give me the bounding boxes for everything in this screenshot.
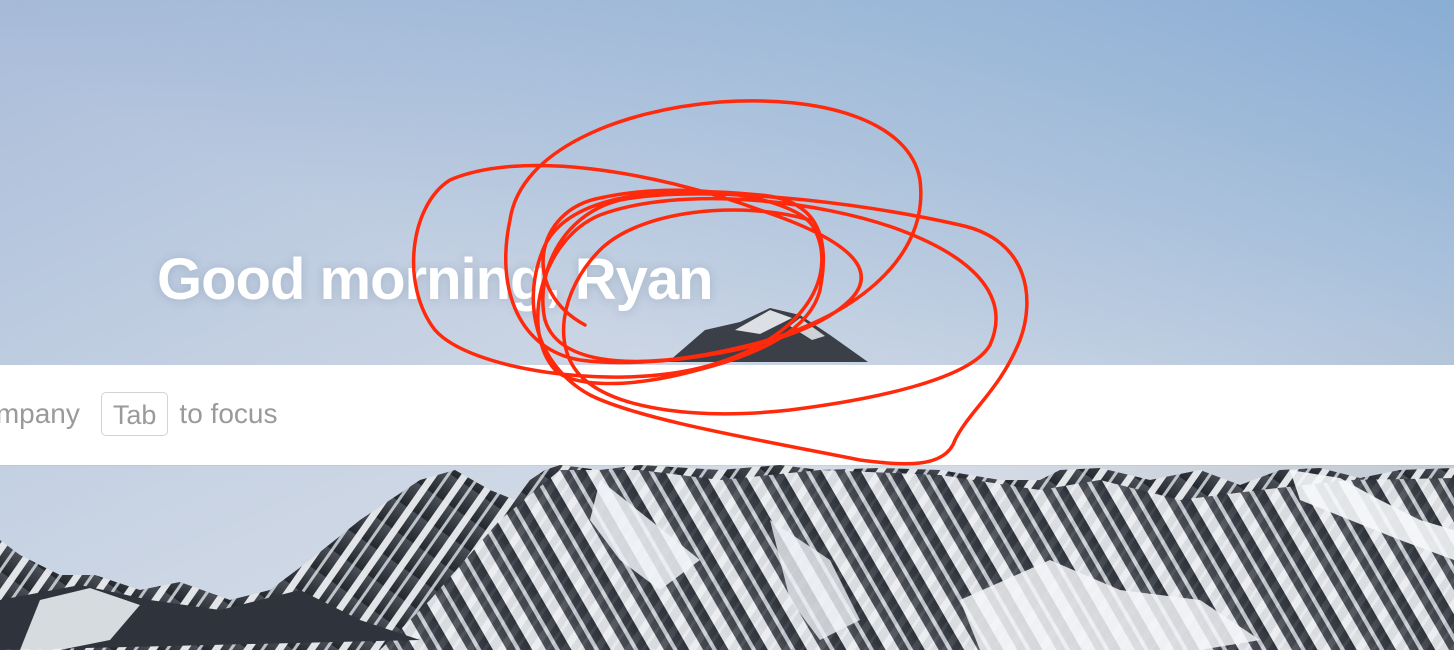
new-tab-page: Good morning, Ryan your company Tab to f… bbox=[0, 0, 1454, 650]
search-input-placeholder[interactable]: your company bbox=[0, 398, 80, 430]
tab-key-hint: Tab bbox=[100, 392, 169, 436]
greeting-heading: Good morning, Ryan bbox=[157, 247, 714, 312]
search-row: your company Tab to focus bbox=[0, 389, 277, 439]
company-search-bar[interactable]: your company Tab to focus bbox=[0, 365, 1454, 465]
focus-hint-text: to focus bbox=[179, 398, 278, 429]
mountain-background-image bbox=[0, 0, 1454, 650]
